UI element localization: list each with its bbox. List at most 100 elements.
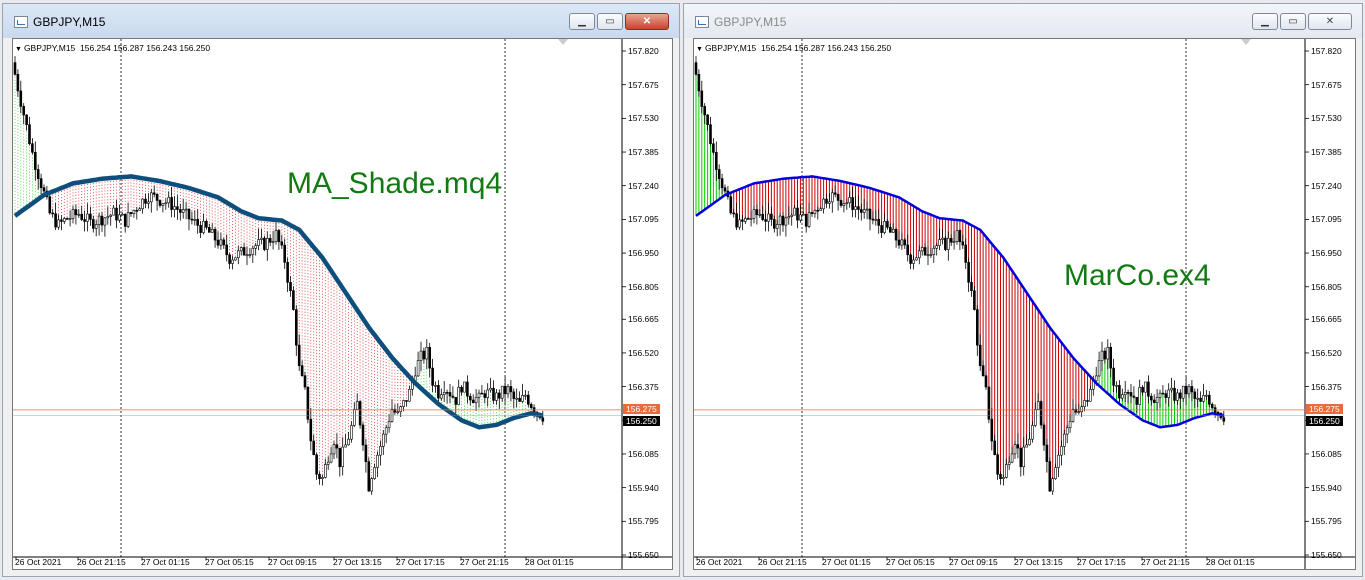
candle xyxy=(213,227,217,248)
candle xyxy=(996,452,999,480)
candle-body xyxy=(283,244,287,263)
close-button[interactable]: ✕ xyxy=(1308,13,1352,30)
candle-body xyxy=(975,309,979,346)
shift-marker-icon[interactable] xyxy=(1241,39,1251,45)
candle xyxy=(309,407,313,451)
candle-body xyxy=(1007,461,1011,465)
candle-body xyxy=(263,237,266,250)
candle-body xyxy=(984,375,988,388)
candle xyxy=(1141,385,1144,396)
candle-body xyxy=(1077,411,1081,414)
time-axis-label: 26 Oct 2021 xyxy=(15,557,62,567)
candle xyxy=(541,410,545,426)
candle xyxy=(164,198,168,210)
candle xyxy=(506,384,510,398)
shift-marker-icon[interactable] xyxy=(558,39,568,45)
chart-canvas[interactable] xyxy=(13,39,672,569)
candle-body xyxy=(170,197,173,210)
candle-body xyxy=(729,196,733,214)
maximize-icon: ▭ xyxy=(1288,15,1298,27)
time-axis-label: 27 Oct 01:15 xyxy=(141,557,190,567)
maximize-button[interactable]: ▭ xyxy=(597,13,623,30)
candle-body xyxy=(152,192,156,195)
candle-body xyxy=(880,225,883,233)
candle xyxy=(862,198,866,219)
time-axis-label: 27 Oct 09:15 xyxy=(949,557,998,567)
candle-body xyxy=(978,344,982,366)
candle xyxy=(1109,342,1113,378)
window-title: GBPJPY,M15 xyxy=(33,15,106,29)
chart-window-left[interactable]: GBPJPY,M15 ▁ ▭ ✕ ▼ GBPJPY,M15 156.254 156… xyxy=(2,3,680,577)
candle xyxy=(1060,440,1063,466)
candle-body xyxy=(720,178,724,189)
candle-body xyxy=(19,90,23,107)
candle xyxy=(439,388,443,401)
candle-body xyxy=(326,461,330,465)
candle-body xyxy=(338,447,342,468)
candle-body xyxy=(408,388,411,402)
candle xyxy=(318,471,321,485)
candle-body xyxy=(941,237,944,240)
candle xyxy=(303,371,307,390)
price-chart[interactable]: ▼ GBPJPY,M15 156.254 156.287 156.243 156.… xyxy=(693,38,1356,570)
chart-window-right[interactable]: GBPJPY,M15 ▁ ▭ ✕ ▼ GBPJPY,M15 156.254 156… xyxy=(683,3,1363,577)
close-button[interactable]: ✕ xyxy=(625,13,669,30)
candle xyxy=(524,390,527,400)
candle-body xyxy=(967,262,970,283)
candle xyxy=(1004,458,1008,479)
candle-body xyxy=(1196,397,1200,400)
candle xyxy=(1065,424,1069,444)
candle xyxy=(158,199,162,208)
candle xyxy=(1057,451,1060,477)
dropdown-arrow-icon[interactable]: ▼ xyxy=(696,46,703,53)
minimize-button[interactable]: ▁ xyxy=(1252,13,1278,30)
candle-body xyxy=(807,212,811,227)
title-bar[interactable]: GBPJPY,M15 ▁ ▭ ✕ xyxy=(684,4,1362,38)
candle xyxy=(31,138,34,155)
candle-body xyxy=(257,239,260,246)
candle xyxy=(1031,421,1034,443)
time-axis-label: 27 Oct 05:15 xyxy=(886,557,935,567)
chart-canvas[interactable] xyxy=(694,39,1355,569)
candle-body xyxy=(83,219,86,222)
candle xyxy=(1138,379,1142,405)
candle xyxy=(483,389,487,404)
dropdown-arrow-icon[interactable]: ▼ xyxy=(15,46,22,53)
candle xyxy=(761,205,764,222)
candle xyxy=(1118,380,1121,403)
price-axis-label: 155.795 xyxy=(1311,516,1342,527)
candle xyxy=(280,234,284,249)
candle xyxy=(1086,400,1089,407)
candle-body xyxy=(845,202,849,205)
candle xyxy=(1089,385,1092,402)
candle-body xyxy=(121,213,124,216)
candle xyxy=(277,228,281,251)
candle xyxy=(68,210,72,227)
price-axis-label: 157.240 xyxy=(1311,180,1342,191)
candle xyxy=(239,246,243,256)
price-chart[interactable]: ▼ GBPJPY,M15 156.254 156.287 156.243 156.… xyxy=(12,38,673,570)
price-axis-label: 157.385 xyxy=(1311,147,1342,158)
symbol-label: GBPJPY,M15 xyxy=(704,43,757,53)
candle-body xyxy=(518,397,521,402)
indicator-label: MarCo.ex4 xyxy=(1064,259,1211,292)
candle xyxy=(1048,457,1052,492)
candle xyxy=(1164,389,1168,404)
candle xyxy=(74,204,78,225)
candle xyxy=(92,215,95,233)
candle xyxy=(970,276,973,297)
close-value: 156.250 xyxy=(860,43,892,53)
candle xyxy=(1115,381,1118,393)
candle xyxy=(257,228,260,251)
candle xyxy=(219,232,223,250)
candle-body xyxy=(425,346,429,360)
minimize-button[interactable]: ▁ xyxy=(569,13,595,30)
candle-body xyxy=(286,262,289,283)
maximize-button[interactable]: ▭ xyxy=(1280,13,1306,30)
time-axis-label: 27 Oct 21:15 xyxy=(460,557,509,567)
candle-body xyxy=(396,411,400,414)
title-bar[interactable]: GBPJPY,M15 ▁ ▭ ✕ xyxy=(3,4,679,38)
candle xyxy=(694,56,698,76)
candle xyxy=(758,209,762,218)
candle-body xyxy=(141,198,144,210)
